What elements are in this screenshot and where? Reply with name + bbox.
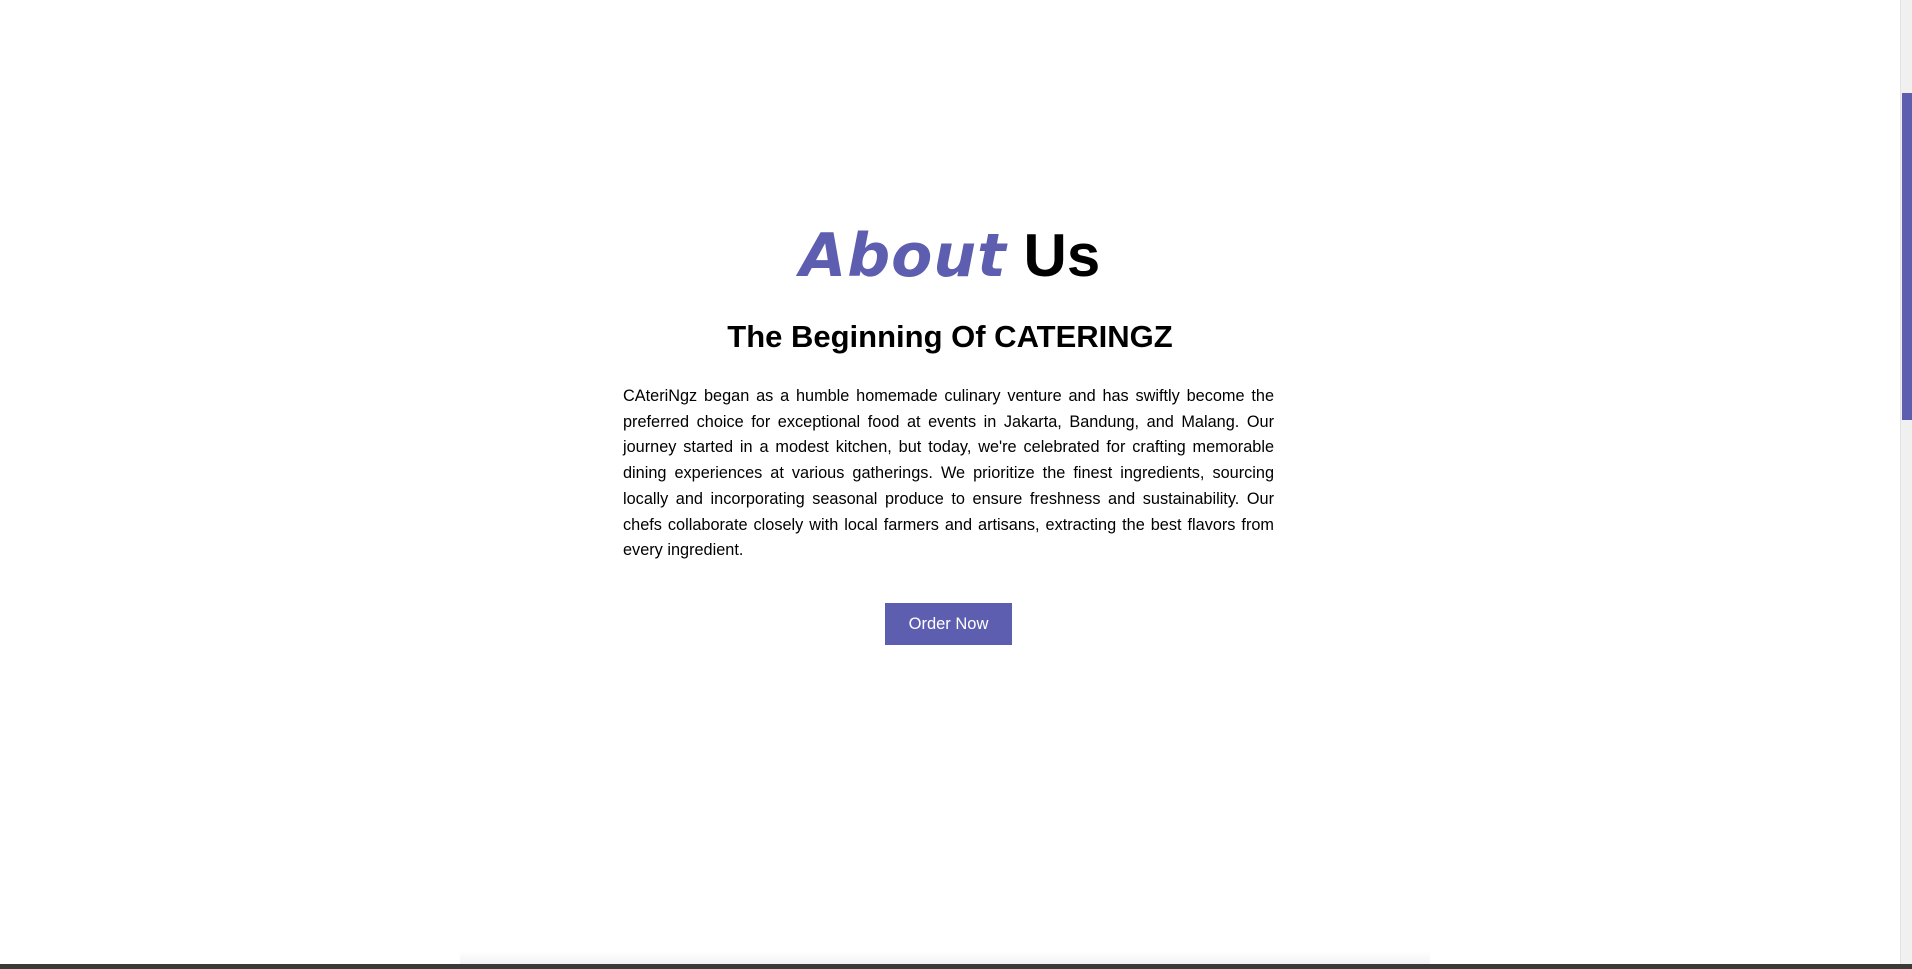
page-viewport: About Us The Beginning Of CATERINGZ CAte… — [0, 0, 1900, 964]
scrollbar-thumb[interactable] — [1902, 93, 1912, 420]
about-heading: About Us — [0, 220, 1900, 292]
about-heading-accent: About — [799, 221, 1007, 291]
about-heading-rest: Us — [1023, 222, 1101, 289]
about-section: About Us The Beginning Of CATERINGZ CAte… — [0, 0, 1900, 964]
window-bottom-border — [0, 964, 1912, 969]
about-paragraph: CAteriNgz began as a humble homemade cul… — [623, 387, 1274, 560]
footer-edge — [460, 951, 1430, 964]
order-now-button[interactable]: Order Now — [885, 603, 1012, 645]
about-subheading: The Beginning Of CATERINGZ — [727, 319, 1173, 354]
